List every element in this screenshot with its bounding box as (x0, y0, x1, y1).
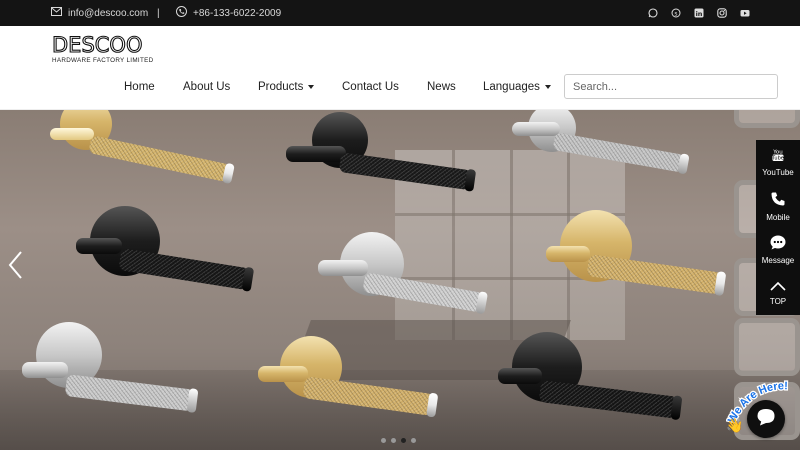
envelope-icon (51, 7, 62, 19)
chat-button[interactable] (747, 400, 785, 438)
email-link[interactable]: info@descoo.com (51, 0, 148, 26)
carousel-dot[interactable] (381, 438, 386, 443)
sidebar-message-label: Message (761, 256, 795, 265)
logo[interactable]: DESCOO HARDWARE FACTORY LIMITED (51, 33, 154, 64)
phone-text: +86-133-6022-2009 (193, 7, 282, 19)
carousel-dot[interactable] (391, 438, 396, 443)
chat-icon (756, 408, 776, 431)
phone-icon (770, 191, 786, 209)
search-input[interactable] (564, 74, 778, 99)
svg-text:s: s (674, 10, 677, 17)
sidebar-top[interactable]: TOP (756, 271, 800, 315)
nav-about-us[interactable]: About Us (183, 74, 230, 100)
sidebar-mobile[interactable]: Mobile (756, 184, 800, 228)
frame-sample (734, 318, 800, 376)
carousel-dot[interactable] (411, 438, 416, 443)
svg-text:Tube: Tube (771, 155, 784, 161)
nav-products[interactable]: Products (258, 74, 315, 100)
carousel-dot-active[interactable] (401, 438, 406, 443)
chevron-up-icon (770, 281, 786, 293)
sidebar-mobile-label: Mobile (766, 212, 790, 222)
nav-home-label: Home (124, 81, 155, 93)
nav-news[interactable]: News (427, 74, 456, 100)
hero-carousel[interactable] (0, 110, 800, 450)
top-bar: info@descoo.com | +86-133-6022-2009 s in (0, 0, 800, 26)
nav-products-label: Products (258, 81, 304, 93)
carousel-dots (381, 438, 416, 443)
sidebar-youtube[interactable]: You Tube YouTube (756, 140, 800, 184)
nav-about-us-label: About Us (183, 81, 231, 93)
sidebar-youtube-label: YouTube (762, 167, 794, 177)
caret-down-icon (544, 85, 551, 89)
nav-languages[interactable]: Languages (483, 74, 551, 100)
topbar-separator: | (157, 7, 160, 19)
frame-sample (734, 110, 800, 128)
nav-languages-label: Languages (483, 81, 540, 93)
sidebar-top-label: TOP (769, 296, 787, 306)
social-links: s in (648, 0, 750, 26)
email-text: info@descoo.com (68, 7, 149, 19)
whatsapp-icon[interactable] (648, 8, 658, 18)
logo-tagline: HARDWARE FACTORY LIMITED (52, 57, 154, 64)
youtube-icon: You Tube (771, 148, 785, 164)
caret-down-icon (308, 85, 315, 89)
floating-sidebar: You Tube YouTube Mobile Message TOP (756, 140, 800, 315)
logo-wordmark: DESCOO (51, 33, 143, 57)
nav-contact-us[interactable]: Contact Us (342, 74, 399, 100)
nav-home[interactable]: Home (124, 74, 155, 100)
skype-icon[interactable]: s (671, 8, 681, 18)
phone-icon (176, 6, 187, 20)
youtube-icon[interactable] (740, 8, 750, 18)
sidebar-message[interactable]: Message (756, 228, 800, 272)
nav-contact-us-label: Contact Us (342, 81, 399, 93)
svg-text:👋: 👋 (726, 417, 743, 434)
svg-text:in: in (696, 10, 703, 18)
instagram-icon[interactable] (717, 8, 727, 18)
carousel-prev-arrow[interactable] (6, 250, 26, 280)
linkedin-icon[interactable]: in (694, 8, 704, 18)
phone-link[interactable]: +86-133-6022-2009 (176, 0, 281, 26)
nav-news-label: News (427, 81, 456, 93)
chat-bubble-icon (770, 235, 786, 252)
